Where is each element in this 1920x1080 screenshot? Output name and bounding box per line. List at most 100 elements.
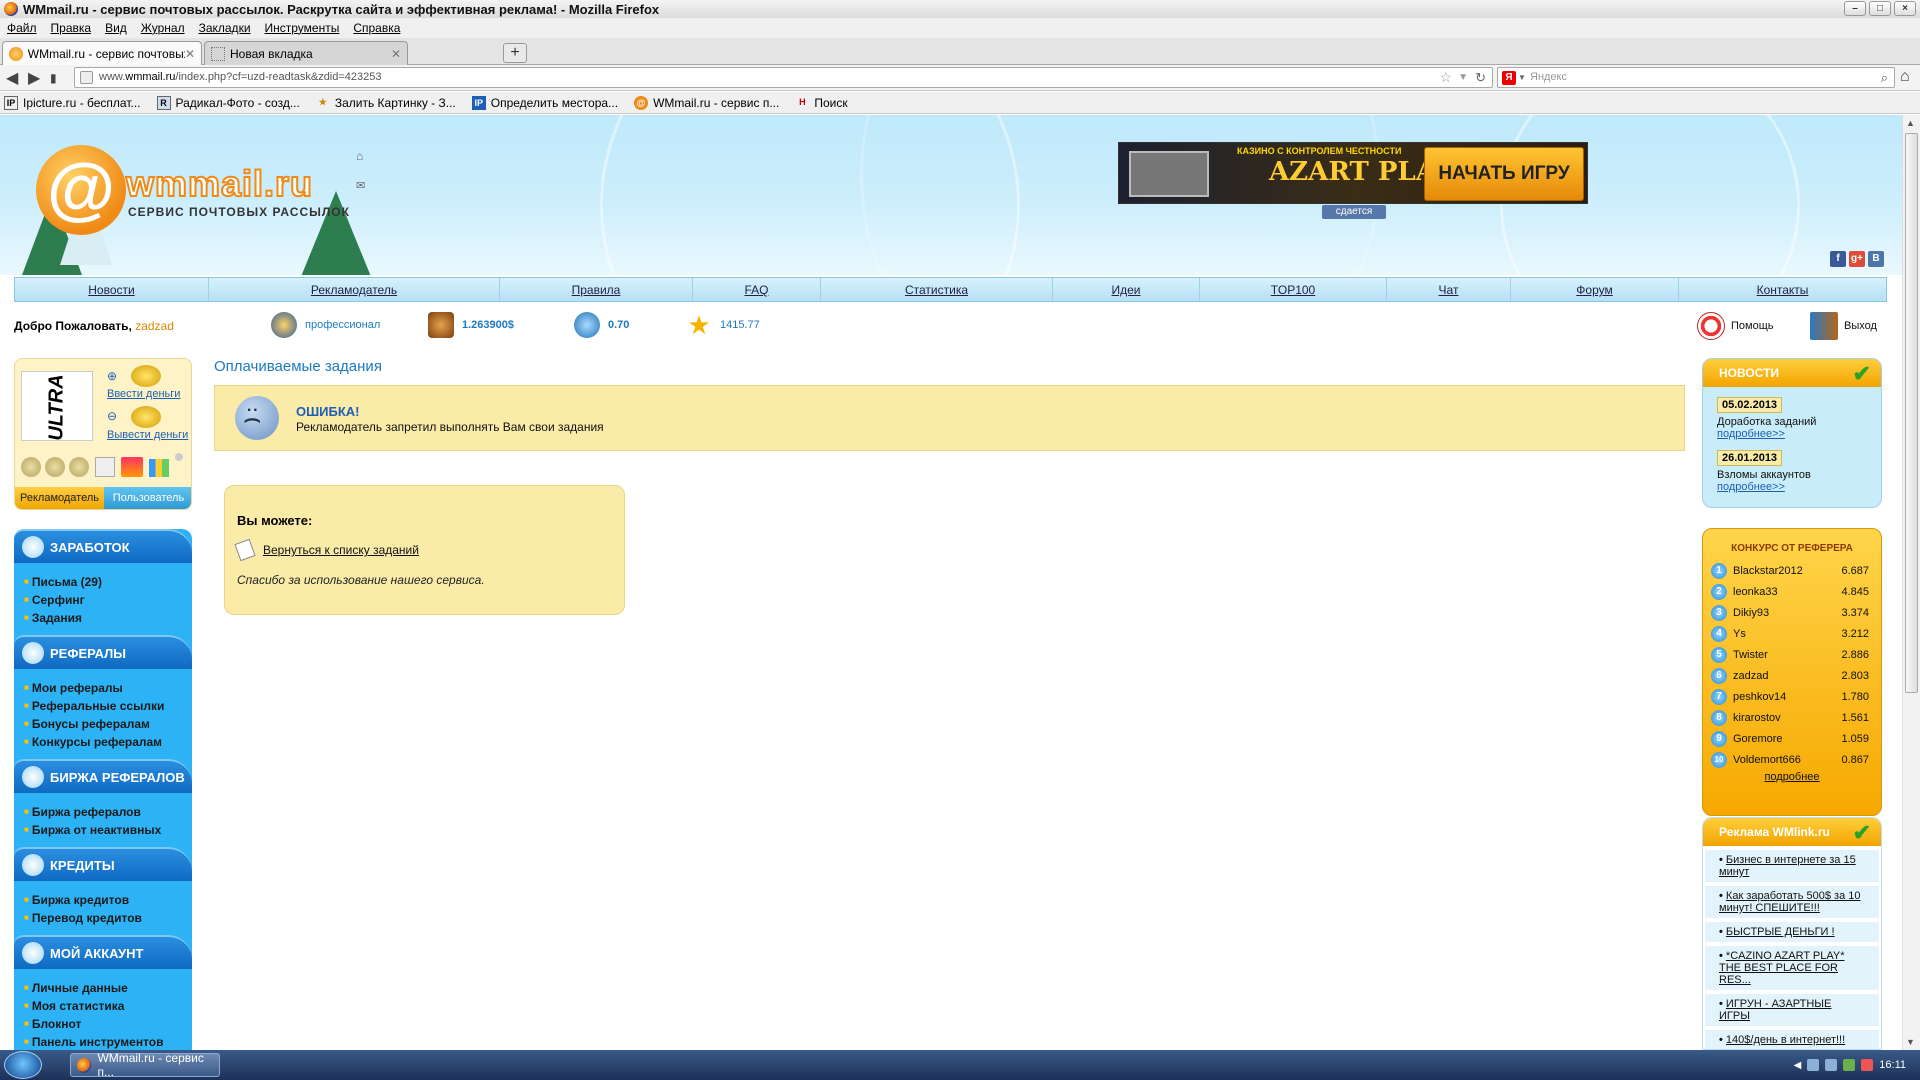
tray-app-icon[interactable] [1843,1059,1856,1071]
new-tab-button[interactable]: + [503,43,527,63]
ad-text[interactable]: БЫСТРЫЕ ДЕНЬГИ ! [1726,926,1835,938]
site-logo[interactable]: @ wmmail.ru СЕРВИС ПОЧТОВЫХ РАССЫЛОК [36,145,356,240]
nav-top100[interactable]: TOP100 [1200,278,1387,301]
nav-faq[interactable]: FAQ [693,278,821,301]
menu-edit[interactable]: Правка [51,21,92,35]
volume-icon[interactable] [1825,1059,1838,1071]
nav-news[interactable]: Новости [15,278,209,301]
search-input[interactable]: Я ▼ Яндекс ⌕ [1497,67,1895,88]
sidebar-item-credit-exchange[interactable]: Биржа кредитов [24,891,192,909]
facebook-icon[interactable]: f [1830,251,1846,267]
ad-link[interactable]: ИГРУН - АЗАРТНЫЕ ИГРЫ [1705,994,1879,1026]
network-icon[interactable] [1807,1059,1820,1071]
close-window-button[interactable]: × [1894,1,1916,16]
news-more-link[interactable]: подробнее>> [1717,428,1881,440]
search-engine-dropdown-icon[interactable]: ▼ [1518,68,1526,87]
ad-text[interactable]: Бизнес в интернете за 15 минут [1719,854,1856,878]
sidebar-item-credit-transfer[interactable]: Перевод кредитов [24,909,192,927]
bookmark-radikal[interactable]: R Радикал-Фото - созд... [156,95,300,110]
avatar[interactable]: ULTRA [21,371,93,441]
ad-link[interactable]: Как заработать 500$ за 10 минут! СПЕШИТЕ… [1705,886,1879,918]
sidebar-item-notebook[interactable]: Блокнот [24,1015,192,1033]
reload-icon[interactable]: ↻ [1475,68,1486,87]
start-button[interactable] [4,1051,42,1079]
menu-view[interactable]: Вид [105,21,127,35]
sidebar-item-inactive-exchange[interactable]: Биржа от неактивных [24,821,192,839]
sidebar-item-my-stats[interactable]: Моя статистика [24,997,192,1015]
ad-link[interactable]: 140$/день в интернет!!! [1705,1030,1879,1049]
tray-app-icon[interactable] [1861,1059,1874,1071]
tab-wmmail[interactable]: WMmail.ru - сервис почтовых рассылок... … [2,41,202,65]
sidebar-item-toolbar[interactable]: Панель инструментов [24,1033,192,1050]
stats-chart-icon[interactable] [149,459,169,477]
ad-link[interactable]: Бизнес в интернете за 15 минут [1705,850,1879,882]
nav-ideas[interactable]: Идеи [1053,278,1200,301]
sidebar-item-referral-exchange[interactable]: Биржа рефералов [24,803,192,821]
sidebar-item-personal-data[interactable]: Личные данные [24,979,192,997]
minimize-button[interactable]: – [1844,1,1866,16]
taskbar-item-firefox[interactable]: WMmail.ru - сервис п... [70,1051,220,1079]
back-arrow-icon[interactable]: ◀ [6,68,18,88]
menu-tools[interactable]: Инструменты [265,21,340,35]
username[interactable]: zadzad [135,319,174,333]
ad-link[interactable]: БЫСТРЫЕ ДЕНЬГИ ! [1705,922,1879,942]
search-icon[interactable]: ⌕ [1881,68,1888,87]
banner-start-game-button[interactable]: НАЧАТЬ ИГРУ [1424,147,1584,201]
sidebar-item-referral-bonuses[interactable]: Бонусы рефералам [24,715,192,733]
bookmark-upload-image[interactable]: ★ Залить Картинку - З... [316,96,456,110]
home-page-icon[interactable]: ⌂ [356,149,363,163]
close-tab-icon[interactable]: ✕ [391,47,401,61]
ad-text[interactable]: Как заработать 500$ за 10 минут! СПЕШИТЕ… [1719,890,1860,914]
sidebar-item-tasks[interactable]: Задания [24,609,192,627]
role-advertiser-button[interactable]: Рекламодатель [15,487,104,509]
section-header-referrals[interactable]: РЕФЕРАЛЫ [14,635,192,669]
menu-history[interactable]: Журнал [141,21,185,35]
menu-file[interactable]: Файл [7,21,37,35]
withdraw-link[interactable]: Вывести деньги [107,429,188,441]
close-tab-icon[interactable]: ✕ [185,47,195,61]
contest-more-link[interactable]: подробнее [1703,771,1881,783]
vkontakte-icon[interactable]: B [1868,251,1884,267]
sidebar-item-referral-links[interactable]: Реферальные ссылки [24,697,192,715]
logout-link[interactable]: Выход [1810,312,1877,340]
section-header-referral-exchange[interactable]: БИРЖА РЕФЕРАЛОВ [14,759,192,793]
nav-advertiser[interactable]: Рекламодатель [209,278,500,301]
ad-link[interactable]: *CAZINO AZART PLAY* THE BEST PLACE FOR R… [1705,946,1879,990]
page-scrollbar[interactable]: ▲ ▼ [1902,115,1920,1050]
role-user-button[interactable]: Пользователь [104,487,191,509]
history-dropdown-icon[interactable]: ▼ [1458,68,1468,87]
section-header-credits[interactable]: КРЕДИТЫ [14,847,192,881]
deposit-link[interactable]: Ввести деньги [107,388,180,400]
sidebar-item-referral-contests[interactable]: Конкурсы рефералам [24,733,192,751]
nav-statistics[interactable]: Статистика [821,278,1053,301]
mail-icon[interactable]: ✉ [356,179,365,192]
home-icon[interactable]: ⌂ [1900,68,1910,86]
menu-help[interactable]: Справка [353,21,400,35]
ad-text[interactable]: *CAZINO AZART PLAY* THE BEST PLACE FOR R… [1719,950,1845,986]
nav-contacts[interactable]: Контакты [1679,278,1886,301]
nav-chat[interactable]: Чат [1387,278,1511,301]
tab-new[interactable]: Новая вкладка ✕ [204,41,408,65]
banner-for-rent-label[interactable]: сдается [1322,205,1386,219]
sidebar-item-my-referrals[interactable]: Мои рефералы [24,679,192,697]
yandex-icon[interactable]: Я [1502,71,1516,85]
menu-bookmarks[interactable]: Закладки [199,21,251,35]
nav-forum[interactable]: Форум [1511,278,1679,301]
back-to-tasks-link[interactable]: Вернуться к списку заданий [263,543,419,557]
ad-banner-azartplay[interactable]: КАЗИНО С КОНТРОЛЕМ ЧЕСТНОСТИ AZART PLAY … [1118,142,1588,204]
notepad-icon[interactable] [95,457,115,477]
gifts-icon[interactable] [121,457,143,477]
forward-arrow-icon[interactable]: ▶ [28,68,40,88]
google-plus-icon[interactable]: g+ [1849,251,1865,267]
sidebar-item-surfing[interactable]: Серфинг [24,591,192,609]
help-link[interactable]: Помощь [1697,312,1774,340]
ad-text[interactable]: 140$/день в интернет!!! [1726,1034,1845,1046]
maximize-button[interactable]: □ [1869,1,1891,16]
bookmark-search[interactable]: H Поиск [795,96,848,110]
sidebar-item-letters[interactable]: Письма (29) [24,573,192,591]
bookmark-locate-ip[interactable]: IP Определить местора... [471,95,618,110]
scroll-up-icon[interactable]: ▲ [1906,118,1915,128]
tray-expand-icon[interactable]: ◀ [1794,1060,1802,1071]
bookmark-ipicture[interactable]: IP Ipicture.ru - бесплат... [4,95,141,110]
bookmark-star-icon[interactable]: ☆ [1439,68,1452,87]
